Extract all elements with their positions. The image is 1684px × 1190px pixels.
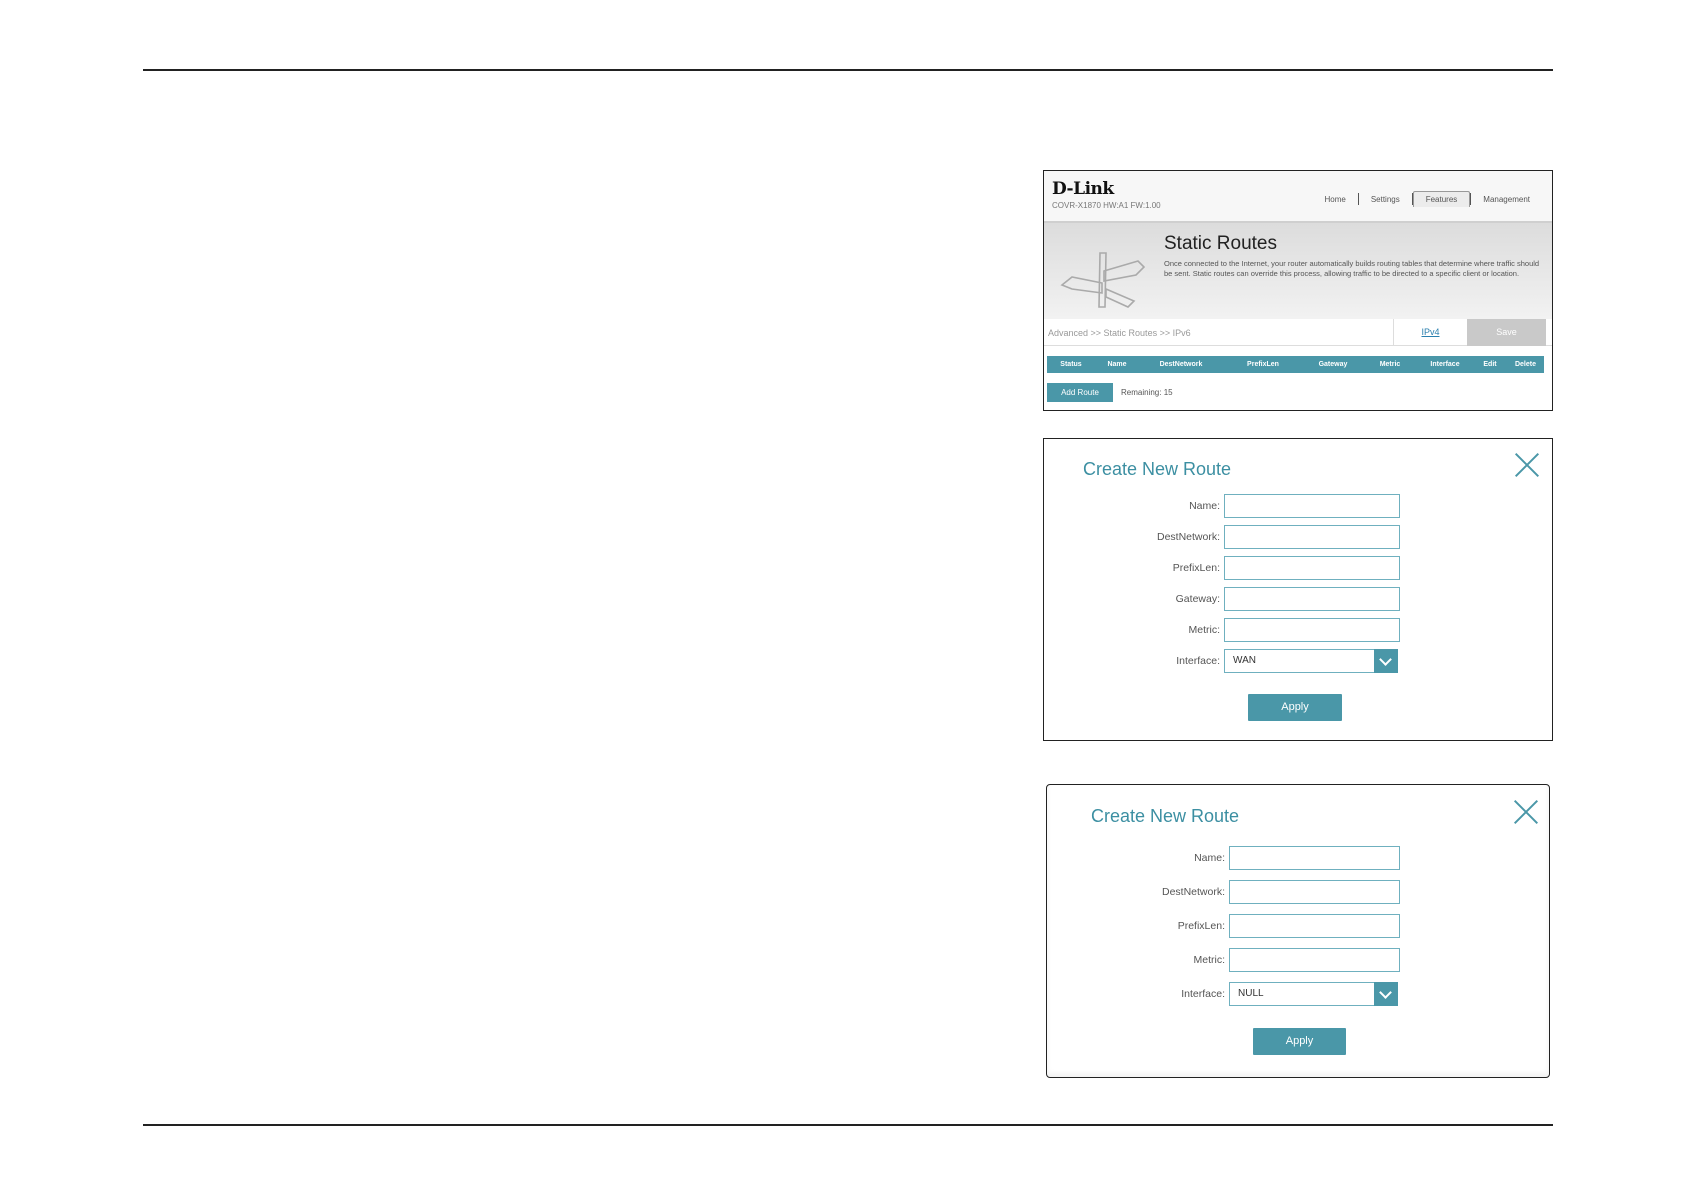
dest-network-field[interactable] xyxy=(1224,525,1400,549)
name-label: Name: xyxy=(1189,500,1220,512)
apply-button[interactable]: Apply xyxy=(1253,1028,1346,1055)
top-rule xyxy=(143,69,1553,71)
dest-network-label: DestNetwork: xyxy=(1161,886,1225,898)
dlink-logo: D-Link xyxy=(1052,179,1114,199)
dest-network-row: DestNetwork: xyxy=(1044,525,1552,549)
dest-network-field[interactable] xyxy=(1229,880,1400,904)
interface-value: WAN xyxy=(1233,655,1256,666)
metric-field[interactable] xyxy=(1229,948,1400,972)
breadcrumb-bar: Advanced >> Static Routes >> IPv6 IPv4 S… xyxy=(1044,319,1552,346)
column-header: DestNetwork xyxy=(1159,361,1203,368)
metric-row: Metric: xyxy=(1044,618,1552,642)
create-route-dialog-null: Create New Route Name: DestNetwork: Pref… xyxy=(1046,784,1550,1078)
chevron-down-icon[interactable] xyxy=(1374,649,1398,673)
prefix-len-field[interactable] xyxy=(1229,914,1400,938)
ipv4-link[interactable]: IPv4 xyxy=(1393,319,1467,346)
metric-label: Metric: xyxy=(1193,954,1226,966)
column-header: Metric xyxy=(1379,361,1401,368)
signpost-icon xyxy=(1060,252,1146,308)
prefix-len-field[interactable] xyxy=(1224,556,1400,580)
interface-row: Interface: NULL xyxy=(1047,982,1549,1006)
metric-row: Metric: xyxy=(1047,948,1549,972)
prefix-len-label: PrefixLen: xyxy=(1172,562,1220,574)
dest-network-row: DestNetwork: xyxy=(1047,880,1549,904)
interface-value: NULL xyxy=(1238,988,1264,999)
gateway-field[interactable] xyxy=(1224,587,1400,611)
column-header: Interface xyxy=(1430,361,1460,368)
bottom-rule xyxy=(143,1124,1553,1126)
prefix-len-row: PrefixLen: xyxy=(1044,556,1552,580)
column-header: Delete xyxy=(1514,361,1536,368)
nav-features[interactable]: Features xyxy=(1412,191,1471,207)
column-header: Name xyxy=(1107,361,1127,368)
page-description: Once connected to the Internet, your rou… xyxy=(1164,259,1540,278)
close-icon[interactable] xyxy=(1514,800,1538,824)
static-routes-page: D-Link COVR-X1870 HW:A1 FW:1.00 Home Set… xyxy=(1043,170,1553,411)
page-title: Static Routes xyxy=(1164,233,1277,254)
interface-label: Interface: xyxy=(1176,655,1220,667)
router-header: D-Link COVR-X1870 HW:A1 FW:1.00 Home Set… xyxy=(1044,171,1552,223)
save-button[interactable]: Save xyxy=(1467,319,1546,346)
nav-management[interactable]: Management xyxy=(1471,192,1542,207)
remaining-count: Remaining: 15 xyxy=(1121,388,1173,397)
name-row: Name: xyxy=(1044,494,1552,518)
create-route-dialog-wan: Create New Route Name: DestNetwork: Pref… xyxy=(1043,438,1553,741)
breadcrumb: Advanced >> Static Routes >> IPv6 xyxy=(1048,328,1191,338)
name-field[interactable] xyxy=(1224,494,1400,518)
gateway-row: Gateway: xyxy=(1044,587,1552,611)
column-header: Edit xyxy=(1483,361,1497,368)
routes-table-header: Status Name DestNetwork PrefixLen Gatewa… xyxy=(1047,356,1544,373)
prefix-len-row: PrefixLen: xyxy=(1047,914,1549,938)
interface-label: Interface: xyxy=(1181,988,1225,1000)
column-header: Status xyxy=(1060,361,1082,368)
apply-button[interactable]: Apply xyxy=(1248,694,1342,721)
name-label: Name: xyxy=(1194,852,1225,864)
interface-row: Interface: WAN xyxy=(1044,649,1552,673)
top-nav: Home Settings Features Management xyxy=(1312,191,1542,207)
model-info: COVR-X1870 HW:A1 FW:1.00 xyxy=(1052,201,1161,210)
nav-home[interactable]: Home xyxy=(1312,192,1357,207)
name-field[interactable] xyxy=(1229,846,1400,870)
nav-settings[interactable]: Settings xyxy=(1359,192,1412,207)
gateway-label: Gateway: xyxy=(1175,593,1220,605)
interface-select[interactable]: WAN xyxy=(1224,649,1398,673)
column-header: PrefixLen xyxy=(1247,361,1279,368)
page-banner: Static Routes Once connected to the Inte… xyxy=(1044,223,1552,319)
column-header: Gateway xyxy=(1318,361,1348,368)
dialog-title: Create New Route xyxy=(1091,806,1240,826)
name-row: Name: xyxy=(1047,846,1549,870)
metric-field[interactable] xyxy=(1224,618,1400,642)
close-icon[interactable] xyxy=(1515,453,1539,477)
metric-label: Metric: xyxy=(1188,624,1221,636)
prefix-len-label: PrefixLen: xyxy=(1177,920,1225,932)
dialog-title: Create New Route xyxy=(1083,459,1232,479)
dest-network-label: DestNetwork: xyxy=(1156,531,1220,543)
add-route-button[interactable]: Add Route xyxy=(1047,383,1113,402)
chevron-down-icon[interactable] xyxy=(1374,982,1398,1006)
interface-select[interactable]: NULL xyxy=(1229,982,1398,1006)
